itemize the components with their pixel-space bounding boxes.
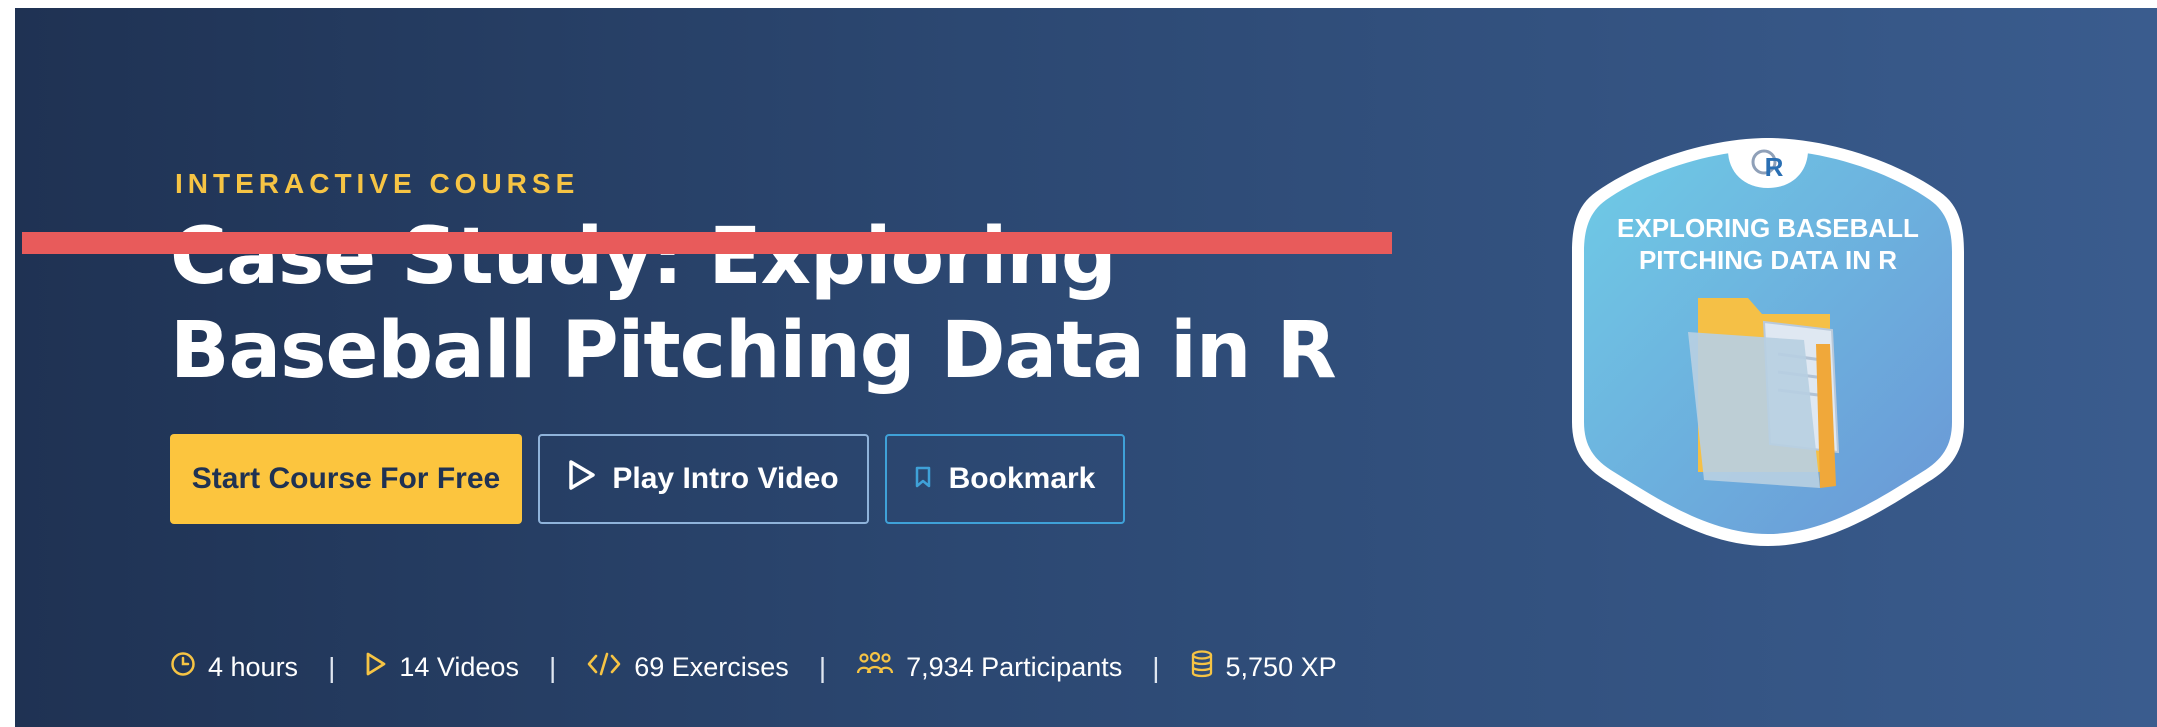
r-logo: R [1765,152,1784,182]
clock-icon [170,651,196,684]
database-icon [1190,650,1214,685]
play-intro-video-button[interactable]: Play Intro Video [538,434,869,524]
start-course-button[interactable]: Start Course For Free [170,434,522,524]
stat-separator: | [548,651,557,683]
stat-separator: | [1152,651,1160,683]
hero-actions: Start Course For Free Play Intro Video B… [170,434,1125,524]
stat-xp: 5,750 XP [1190,650,1337,685]
stat-participants: 7,934 Participants [856,651,1122,684]
bookmark-icon [915,462,931,496]
course-stats: 4 hours | 14 Videos | 69 Exercises | 7,9… [170,650,1337,685]
stat-separator: | [328,651,336,683]
participants-icon [856,651,894,684]
badge-title-line-1: EXPLORING BASEBALL [1617,213,1919,243]
badge-title-line-2: PITCHING DATA IN R [1638,245,1898,275]
start-course-label: Start Course For Free [191,462,501,495]
stat-hours-value: 4 hours [208,652,299,682]
play-icon [365,651,387,684]
code-icon [586,651,622,684]
stat-videos: 14 Videos [365,651,519,684]
bookmark-label: Bookmark [948,462,1096,495]
strike-through-bar [22,232,1392,254]
play-intro-video-label: Play Intro Video [612,462,839,495]
stat-exercises-value: 69 Exercises [634,652,789,682]
stat-videos-value: 14 Videos [399,652,519,682]
folder-icon [1688,298,1840,488]
stat-participants-value: 7,934 Participants [906,652,1123,682]
play-icon [568,459,596,499]
course-type-label: INTERACTIVE COURSE [175,168,580,199]
stat-hours: 4 hours [170,651,298,684]
badge-title: EXPLORING BASEBALL PITCHING DATA IN R [1568,212,1968,276]
bookmark-button[interactable]: Bookmark [885,434,1125,524]
stat-separator: | [818,651,827,683]
stat-xp-value: 5,750 XP [1225,652,1337,682]
stat-exercises: 69 Exercises [586,651,789,684]
course-badge: R [1572,138,1964,546]
